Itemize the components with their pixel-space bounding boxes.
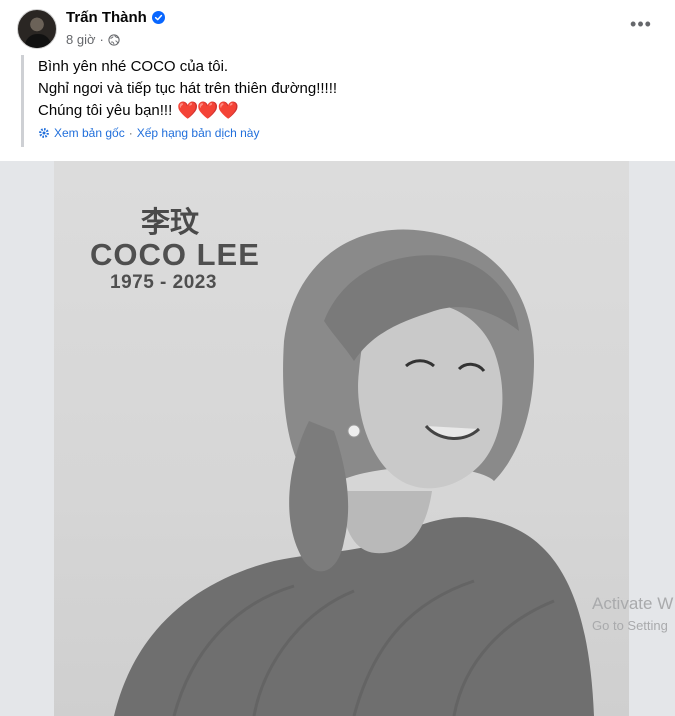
more-options-button[interactable]: ••• bbox=[629, 14, 653, 34]
post-text-block: Bình yên nhé COCO của tôi. Nghỉ ngơi và … bbox=[21, 55, 641, 147]
rate-translation-link[interactable]: Xếp hạng bản dịch này bbox=[137, 126, 260, 140]
post-image-container[interactable]: 李玟 COCO LEE 1975 - 2023 bbox=[0, 161, 675, 716]
years-caption: 1975 - 2023 bbox=[110, 272, 217, 293]
post-header-author: Trấn Thành bbox=[66, 9, 165, 26]
post-meta: 8 giờ · bbox=[66, 32, 120, 47]
post-card: Trấn Thành 8 giờ · ••• Bình yên nhé COCO… bbox=[0, 0, 675, 716]
avatar-figure bbox=[25, 34, 51, 48]
post-text-line-2: Nghỉ ngơi và tiếp tục hát trên thiên đườ… bbox=[38, 80, 338, 97]
meta-separator: · bbox=[99, 32, 104, 47]
gear-icon bbox=[39, 128, 49, 138]
activate-windows-subtext: Go to Setting bbox=[592, 618, 668, 633]
english-name-caption: COCO LEE bbox=[90, 237, 260, 272]
translation-controls: Xem bản gốc · Xếp hạng bản dịch này bbox=[38, 126, 259, 140]
post-text-line-1: Bình yên nhé COCO của tôi. bbox=[38, 58, 229, 75]
translation-separator: · bbox=[128, 126, 133, 140]
heart-emojis: ❤️❤️❤️ bbox=[177, 101, 239, 120]
post-text-line-3-label: Chúng tôi yêu bạn!!! bbox=[38, 102, 173, 119]
verified-badge-icon bbox=[151, 11, 165, 24]
memorial-photo[interactable]: 李玟 COCO LEE 1975 - 2023 bbox=[54, 161, 629, 716]
author-avatar[interactable] bbox=[17, 9, 57, 49]
post-text-line-3: Chúng tôi yêu bạn!!! ❤️❤️❤️ bbox=[38, 100, 239, 121]
author-name[interactable]: Trấn Thành bbox=[66, 9, 147, 26]
post-time[interactable]: 8 giờ bbox=[66, 32, 96, 47]
globe-icon[interactable] bbox=[108, 33, 120, 46]
activate-windows-watermark: Activate W bbox=[592, 594, 674, 613]
see-original-link[interactable]: Xem bản gốc bbox=[54, 126, 125, 140]
chinese-name-caption: 李玟 bbox=[140, 205, 199, 239]
